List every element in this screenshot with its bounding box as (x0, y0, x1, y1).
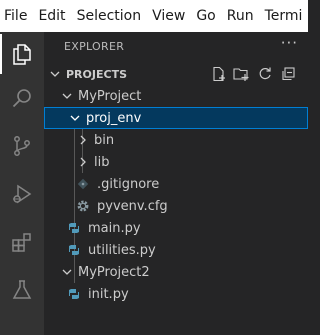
python-icon (66, 242, 82, 258)
tree-item-pyvenv-cfg[interactable]: pyvenv.cfg (44, 195, 308, 217)
tree-item-label: proj_env (86, 110, 142, 126)
menu-selection[interactable]: Selection (73, 8, 142, 24)
tree-item-utilities-py[interactable]: utilities.py (44, 239, 308, 261)
menu-view[interactable]: View (148, 8, 185, 24)
testing-activity[interactable] (0, 270, 44, 310)
tree-item-proj-env[interactable]: proj_env (44, 107, 308, 129)
tree-item-myproject2[interactable]: MyProject2 (44, 261, 308, 283)
source-control-icon (14, 136, 30, 156)
tree-item-lib[interactable]: lib (44, 151, 308, 173)
menu-terminal[interactable]: Termi (261, 8, 303, 24)
chevron-down-icon (48, 67, 62, 81)
menu-bar: File Edit Selection View Go Run Termi (0, 0, 308, 32)
tree-item-myproject[interactable]: MyProject (44, 85, 308, 107)
menu-file[interactable]: File (0, 8, 27, 24)
menu-edit[interactable]: Edit (34, 8, 65, 24)
tree-item-label: MyProject (78, 88, 142, 104)
tree-item-label: utilities.py (88, 242, 156, 258)
chevron-down-icon (60, 89, 74, 103)
chevron-down-icon (68, 111, 82, 125)
source-control-activity[interactable] (0, 126, 44, 166)
tree-item-label: lib (94, 154, 110, 170)
tree-item-label: bin (94, 132, 115, 148)
new-file-icon[interactable] (210, 66, 227, 82)
chevron-right-icon (76, 133, 90, 147)
gitignore-icon (75, 176, 91, 192)
search-icon (12, 89, 31, 108)
run-debug-activity[interactable] (0, 174, 44, 214)
chevron-right-icon (76, 155, 90, 169)
activity-bar (0, 32, 44, 335)
run-debug-icon (13, 184, 32, 204)
python-icon (66, 286, 82, 302)
chevron-down-icon (60, 265, 74, 279)
python-icon (66, 220, 82, 236)
explorer-activity[interactable] (0, 34, 44, 74)
more-actions-icon[interactable]: ··· (281, 34, 298, 52)
testing-icon (12, 280, 32, 299)
collapse-all-icon[interactable] (279, 66, 296, 82)
tree-item-label: main.py (88, 220, 141, 236)
search-activity[interactable] (0, 78, 44, 118)
tree-item-label: .gitignore (97, 176, 160, 192)
files-icon (13, 44, 31, 65)
tree-item-init-py[interactable]: init.py (44, 283, 308, 305)
gear-icon (75, 198, 91, 214)
tree-item-label: MyProject2 (78, 264, 150, 280)
extensions-icon (12, 233, 31, 252)
section-actions (210, 63, 296, 85)
projects-section-header[interactable]: PROJECTS (44, 63, 308, 85)
tree-item-main-py[interactable]: main.py (44, 217, 308, 239)
menu-run[interactable]: Run (223, 8, 254, 24)
tree-item-label: pyvenv.cfg (97, 198, 168, 214)
explorer-title: EXPLORER (64, 40, 125, 53)
refresh-icon[interactable] (256, 66, 273, 82)
tree-item-gitignore[interactable]: .gitignore (44, 173, 308, 195)
tree-item-label: init.py (88, 286, 129, 302)
explorer-sidebar: EXPLORER ··· PROJECTS MyProject proj_env… (44, 32, 308, 335)
extensions-activity[interactable] (0, 222, 44, 262)
tree-item-bin[interactable]: bin (44, 129, 308, 151)
section-title: PROJECTS (66, 67, 127, 81)
new-folder-icon[interactable] (233, 66, 250, 82)
menu-go[interactable]: Go (192, 8, 215, 24)
